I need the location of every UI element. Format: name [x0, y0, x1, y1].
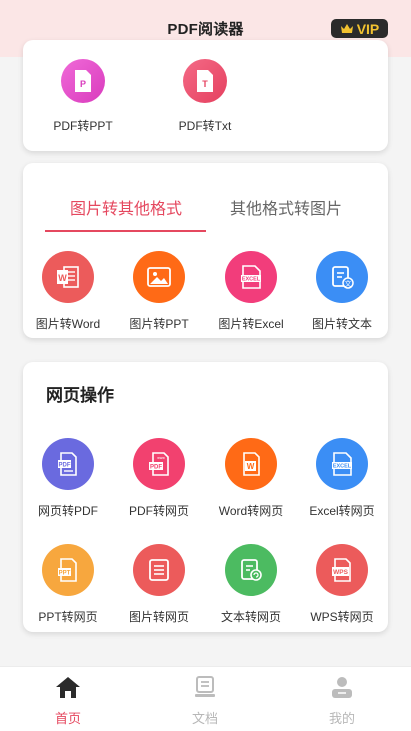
tab-other-to-image[interactable]: 其他格式转图片	[230, 195, 342, 219]
svg-text:文: 文	[345, 279, 352, 288]
nav-label: 首页	[54, 711, 81, 726]
pdf-convert-card: P PDF转PPT T PDF转Txt	[23, 40, 388, 151]
pdf-icon: PDF www	[133, 438, 185, 490]
item-label: WPS转网页	[310, 610, 374, 624]
item-label: 文本转网页	[220, 610, 281, 624]
pdf-to-web-item[interactable]: PDF www PDF转网页	[114, 438, 204, 519]
svg-text:PDF: PDF	[150, 465, 162, 471]
ppt-icon: PPT	[42, 544, 94, 596]
nav-label: 我的	[328, 711, 355, 726]
svg-text:P: P	[80, 79, 86, 89]
vip-badge[interactable]: VIP	[331, 19, 388, 38]
item-label: 图片转文本	[311, 317, 372, 331]
vip-label: VIP	[356, 20, 380, 37]
wps-to-web-item[interactable]: WPS WPS转网页	[297, 544, 387, 625]
item-label: Excel转网页	[309, 504, 375, 518]
image-convert-card: 图片转其他格式 其他格式转图片 W 图片转Word 图片转PPT EXCEL 图…	[23, 163, 388, 338]
svg-text:T: T	[202, 79, 208, 89]
item-label: PDF转Txt	[178, 119, 232, 133]
nav-label: 文档	[191, 711, 218, 726]
nav-home[interactable]: 首页	[33, 675, 103, 727]
item-label: 图片转PPT	[129, 317, 189, 331]
ppt-file-icon: P	[61, 59, 105, 103]
image-to-word-item[interactable]: W 图片转Word	[23, 251, 113, 332]
txt-file-icon: T	[183, 59, 227, 103]
svg-text:PDF: PDF	[59, 463, 71, 469]
active-tab-indicator	[45, 230, 206, 232]
item-label: Word转网页	[218, 504, 284, 518]
text-to-web-item[interactable]: 文本转网页	[206, 544, 296, 625]
svg-text:PPT: PPT	[59, 571, 71, 577]
item-label: PDF转网页	[128, 504, 189, 518]
item-label: 图片转Excel	[218, 317, 284, 331]
wps-icon: WPS	[316, 544, 368, 596]
web-operations-card: 网页操作 PDF 网页转PDF PDF www PDF转网页 W Word转网页 …	[23, 362, 388, 632]
image-to-ppt-item[interactable]: 图片转PPT	[114, 251, 204, 332]
item-label: 网页转PDF	[37, 504, 98, 518]
word-icon: W	[42, 251, 94, 303]
image-to-web-item[interactable]: 图片转网页	[114, 544, 204, 625]
word-to-web-item[interactable]: W Word转网页	[206, 438, 296, 519]
tab-bar: 图片转其他格式 其他格式转图片	[23, 163, 388, 233]
text-doc-icon: 文	[316, 251, 368, 303]
item-label: PPT转网页	[38, 610, 98, 624]
excel-icon: EXCEL	[316, 438, 368, 490]
crown-icon	[340, 24, 353, 33]
home-icon	[56, 677, 80, 698]
image-icon	[133, 251, 185, 303]
svg-text:EXCEL: EXCEL	[333, 464, 352, 470]
section-title: 网页操作	[46, 386, 114, 405]
ppt-to-web-item[interactable]: PPT PPT转网页	[23, 544, 113, 625]
image-doc-icon	[133, 544, 185, 596]
svg-text:W: W	[58, 273, 67, 283]
nav-documents[interactable]: 文档	[170, 675, 240, 727]
web-to-pdf-item[interactable]: PDF 网页转PDF	[23, 438, 113, 519]
pdf-to-txt-item[interactable]: T PDF转Txt	[160, 59, 250, 134]
bottom-nav: 首页 文档 我的	[0, 666, 411, 731]
svg-text:WPS: WPS	[333, 569, 348, 576]
excel-to-web-item[interactable]: EXCEL Excel转网页	[297, 438, 387, 519]
nav-profile[interactable]: 我的	[307, 675, 377, 727]
svg-text:EXCEL: EXCEL	[242, 277, 261, 283]
word-icon: W	[225, 438, 277, 490]
document-icon	[195, 676, 215, 697]
profile-icon	[332, 677, 352, 698]
item-label: PDF转PPT	[53, 119, 113, 133]
item-label: 图片转Word	[35, 317, 101, 331]
pdf-icon: PDF	[42, 438, 94, 490]
item-label: 图片转网页	[128, 610, 189, 624]
svg-text:W: W	[247, 462, 255, 471]
pdf-to-ppt-item[interactable]: P PDF转PPT	[38, 59, 128, 134]
tab-image-to-other[interactable]: 图片转其他格式	[70, 195, 182, 219]
excel-icon: EXCEL	[225, 251, 277, 303]
svg-text:www: www	[157, 456, 165, 460]
image-to-excel-item[interactable]: EXCEL 图片转Excel	[206, 251, 296, 332]
image-to-text-item[interactable]: 文 图片转文本	[297, 251, 387, 332]
text-refresh-icon	[225, 544, 277, 596]
page-title: PDF阅读器	[167, 21, 244, 38]
